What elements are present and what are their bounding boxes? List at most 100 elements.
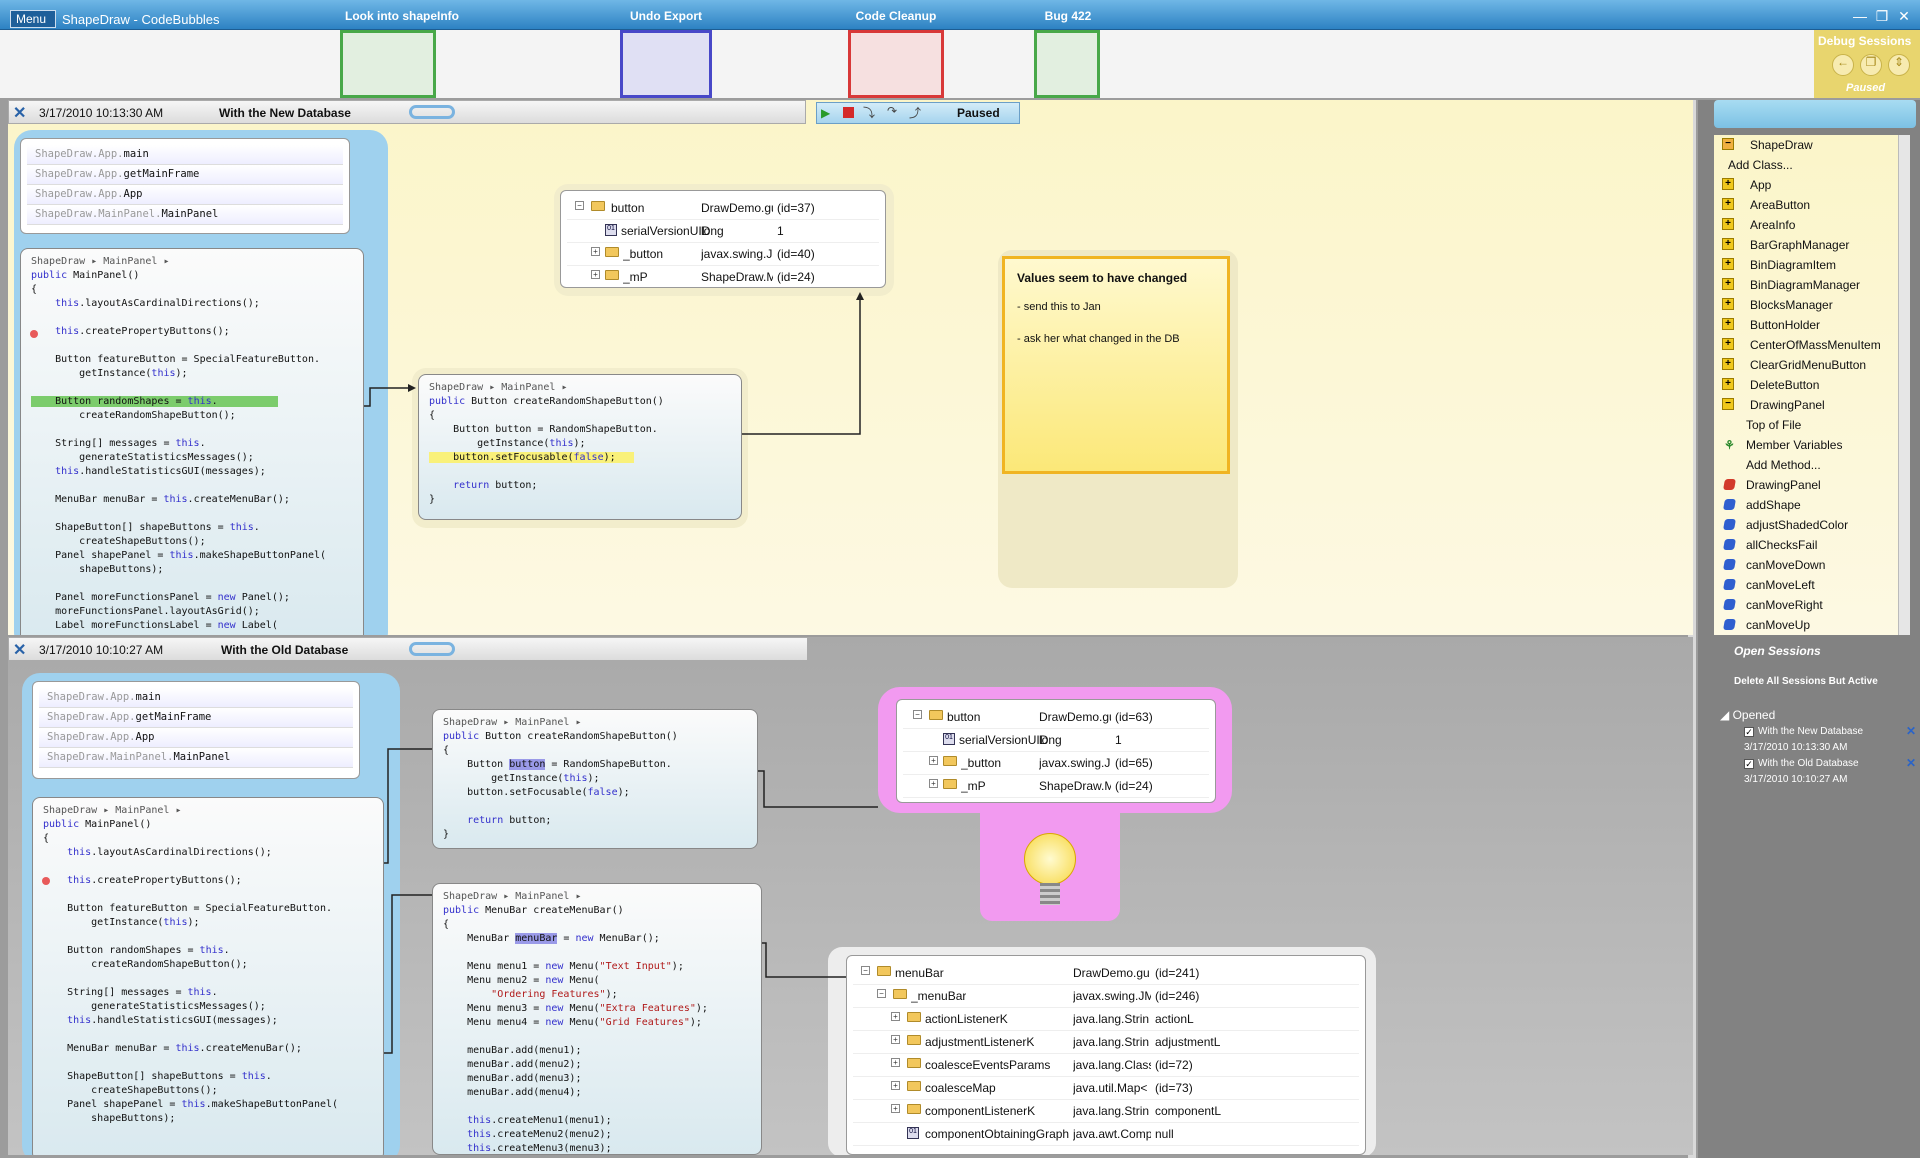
close-icon[interactable]: ✕ xyxy=(1896,8,1912,25)
expand-icon[interactable]: + xyxy=(1722,378,1734,390)
class-row[interactable]: + DeleteButton xyxy=(1714,375,1898,395)
session-item[interactable]: ✓ With the Old Database 3/17/2010 10:10:… xyxy=(1744,756,1916,788)
method-icon xyxy=(1723,619,1736,630)
var-value: (id=246) xyxy=(1155,989,1200,1003)
expand-icon[interactable]: + xyxy=(1722,198,1734,210)
tab-code-cleanup[interactable]: Code Cleanup xyxy=(826,9,966,23)
var-value: (id=241) xyxy=(1155,966,1200,980)
tab-undo-export[interactable]: Undo Export xyxy=(596,9,736,23)
workspace-thumb-undo-export[interactable] xyxy=(620,30,712,98)
method-row[interactable]: canMoveUp xyxy=(1714,615,1898,635)
method-name: canMoveUp xyxy=(1746,618,1811,632)
class-name: AreaInfo xyxy=(1750,218,1796,232)
class-row[interactable]: + ButtonHolder xyxy=(1714,315,1898,335)
close-session-icon[interactable]: ✕ xyxy=(1906,724,1916,738)
class-subitem-row[interactable]: Add Method... xyxy=(1714,455,1898,475)
expand-icon[interactable]: + xyxy=(1722,298,1734,310)
session-checkbox[interactable]: ✓ xyxy=(1744,759,1754,769)
class-subitem-row[interactable]: Top of File xyxy=(1714,415,1898,435)
class-row[interactable]: + BlocksManager xyxy=(1714,295,1898,315)
var-value: (id=73) xyxy=(1155,1081,1193,1095)
class-row[interactable]: + ClearGridMenuButton xyxy=(1714,355,1898,375)
var-type: javax.swing.JB xyxy=(1039,756,1111,770)
expand-icon[interactable]: + xyxy=(1722,178,1734,190)
menu-button[interactable]: Menu xyxy=(10,10,56,28)
method-row[interactable]: canMoveDown xyxy=(1714,555,1898,575)
minimize-icon[interactable]: — xyxy=(1852,8,1868,24)
project-row[interactable]: − ShapeDraw xyxy=(1714,135,1898,155)
session-checkbox[interactable]: ✓ xyxy=(1744,727,1754,737)
expand-icon[interactable]: + xyxy=(1722,358,1734,370)
workspace-thumb-bug-422[interactable] xyxy=(1034,30,1100,98)
class-sub-items: Top of File ⚘ Member Variables Add Method..… xyxy=(1714,415,1898,475)
session-item[interactable]: ✓ With the New Database 3/17/2010 10:13:… xyxy=(1744,724,1916,756)
method-list: DrawingPanel addShape adjustShadedColor all… xyxy=(1714,475,1898,635)
var-type: java.lang.Strin xyxy=(1073,1035,1150,1049)
collapse-icon[interactable]: ◢ xyxy=(1720,708,1733,722)
note-line: - send this to Jan xyxy=(1017,301,1101,313)
open-sessions-panel: Open Sessions Delete All Sessions But Ac… xyxy=(1714,642,1916,942)
expand-icon[interactable]: ⇕ xyxy=(1888,54,1910,76)
method-name: DrawingPanel xyxy=(1746,478,1821,492)
expand-icon[interactable]: + xyxy=(1722,338,1734,350)
class-row[interactable]: − DrawingPanel xyxy=(1714,395,1898,415)
class-row[interactable]: + AreaButton xyxy=(1714,195,1898,215)
back-arrow-icon[interactable]: ← xyxy=(1832,54,1854,76)
expand-icon[interactable]: + xyxy=(1722,218,1734,230)
collapse-icon[interactable]: − xyxy=(1722,138,1734,150)
delete-sessions-button[interactable]: Delete All Sessions But Active xyxy=(1734,676,1878,687)
title-bar: Menu ShapeDraw - CodeBubbles Look into s… xyxy=(0,0,1920,30)
method-name: adjustShadedColor xyxy=(1746,518,1849,532)
note-title: Values seem to have changed xyxy=(1017,271,1188,285)
add-class-row[interactable]: Add Class... xyxy=(1714,155,1898,175)
class-row[interactable]: + BarGraphManager xyxy=(1714,235,1898,255)
expand-icon[interactable]: + xyxy=(1722,238,1734,250)
expand-icon[interactable]: + xyxy=(1722,278,1734,290)
class-row[interactable]: + BinDiagramManager xyxy=(1714,275,1898,295)
sticky-note[interactable]: Values seem to have changed - send this … xyxy=(1002,256,1230,474)
class-name: ClearGridMenuButton xyxy=(1750,358,1867,372)
class-name: ButtonHolder xyxy=(1750,318,1821,332)
restore-icon[interactable]: ❐ xyxy=(1874,8,1890,25)
opened-group[interactable]: ◢ Opened xyxy=(1720,708,1775,722)
class-row[interactable]: + BinDiagramItem xyxy=(1714,255,1898,275)
open-sessions-title: Open Sessions xyxy=(1734,644,1821,658)
var-value: (id=63) xyxy=(1115,710,1153,724)
class-name: BlocksManager xyxy=(1750,298,1833,312)
search-box[interactable] xyxy=(1714,100,1916,128)
class-row[interactable]: + App xyxy=(1714,175,1898,195)
class-row[interactable]: + CenterOfMassMenuItem xyxy=(1714,335,1898,355)
collapse-icon[interactable]: − xyxy=(1722,398,1734,410)
class-name: App xyxy=(1750,178,1772,192)
method-icon xyxy=(1723,499,1736,510)
tab-look-into-shapeinfo[interactable]: Look into shapeInfo xyxy=(332,9,472,23)
class-list-scrollbar[interactable] xyxy=(1898,135,1910,635)
class-subitem-row[interactable]: ⚘ Member Variables xyxy=(1714,435,1898,455)
debug-sessions-title: Debug Sessions xyxy=(1818,34,1912,48)
method-icon xyxy=(1723,539,1736,550)
var-type: javax.swing.JM xyxy=(1073,989,1151,1003)
close-session-icon[interactable]: ✕ xyxy=(1906,756,1916,770)
var-type: java.util.Map< xyxy=(1073,1081,1148,1095)
method-row[interactable]: addShape xyxy=(1714,495,1898,515)
class-name: DrawingPanel xyxy=(1750,398,1825,412)
workspace-thumb-shapeinfo[interactable] xyxy=(340,30,436,98)
session-date: 3/17/2010 10:13:30 AM xyxy=(1744,742,1848,753)
method-row[interactable]: adjustShadedColor xyxy=(1714,515,1898,535)
method-row[interactable]: allChecksFail xyxy=(1714,535,1898,555)
class-browser: − ShapeDraw Add Class... + App + AreaButton +… xyxy=(1714,135,1898,635)
tab-bug-422[interactable]: Bug 422 xyxy=(998,9,1138,23)
windows-icon[interactable]: ❐ xyxy=(1860,54,1882,76)
expand-icon[interactable]: + xyxy=(1722,258,1734,270)
workspace-new-database: ✕ 3/17/2010 10:13:30 AM With the New Dat… xyxy=(8,100,1693,635)
method-row[interactable]: canMoveLeft xyxy=(1714,575,1898,595)
class-row[interactable]: + AreaInfo xyxy=(1714,215,1898,235)
method-icon xyxy=(1723,599,1736,610)
var-type: java.lang.Strin xyxy=(1073,1012,1150,1026)
expand-icon[interactable]: + xyxy=(1722,318,1734,330)
bubble-connectors xyxy=(364,292,864,435)
method-row[interactable]: DrawingPanel xyxy=(1714,475,1898,495)
workspace-thumb-code-cleanup[interactable] xyxy=(848,30,944,98)
lightbulb-icon[interactable] xyxy=(1024,833,1076,885)
method-row[interactable]: canMoveRight xyxy=(1714,595,1898,615)
